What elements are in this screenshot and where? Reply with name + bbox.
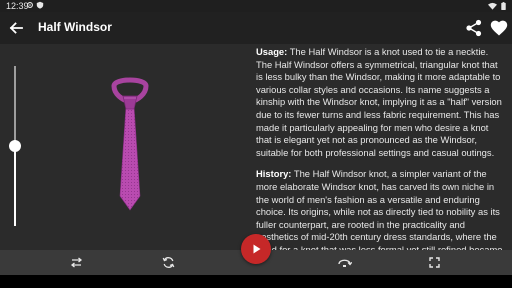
system-navigation-bar xyxy=(0,275,512,288)
slider-active-track xyxy=(14,146,16,226)
repeat-icon[interactable] xyxy=(161,255,176,270)
swap-icon[interactable] xyxy=(69,255,84,270)
app-bar: Half Windsor xyxy=(0,12,512,44)
battery-icon xyxy=(501,2,506,10)
usage-heading: Usage: xyxy=(256,46,288,57)
share-icon[interactable] xyxy=(464,18,484,38)
play-icon xyxy=(253,244,261,254)
history-heading: History: xyxy=(256,168,292,180)
description-text: Usage: The Half Windsor is a knot used t… xyxy=(256,46,506,250)
necktie-illustration xyxy=(111,77,149,211)
fullscreen-icon[interactable] xyxy=(427,255,442,270)
usage-text: The Half Windsor is a knot used to tie a… xyxy=(256,46,502,158)
settings-icon xyxy=(27,2,33,8)
page-title: Half Windsor xyxy=(38,20,112,34)
arrow-left-icon[interactable] xyxy=(6,18,26,38)
history-paragraph: History: The Half Windsor knot, a simple… xyxy=(256,168,506,250)
notification-icons xyxy=(26,1,44,9)
status-bar: 12:39 xyxy=(0,0,512,12)
wifi-icon xyxy=(488,2,497,10)
play-button[interactable] xyxy=(241,234,271,264)
heart-icon[interactable] xyxy=(489,18,509,38)
step-slider[interactable] xyxy=(9,66,21,226)
shield-icon xyxy=(36,1,44,9)
history-text: The Half Windsor knot, a simpler variant… xyxy=(256,168,503,250)
slider-thumb[interactable] xyxy=(9,140,21,152)
flip-icon[interactable] xyxy=(337,255,352,270)
system-icons xyxy=(488,2,506,10)
usage-paragraph: Usage: The Half Windsor is a knot used t… xyxy=(256,46,506,159)
